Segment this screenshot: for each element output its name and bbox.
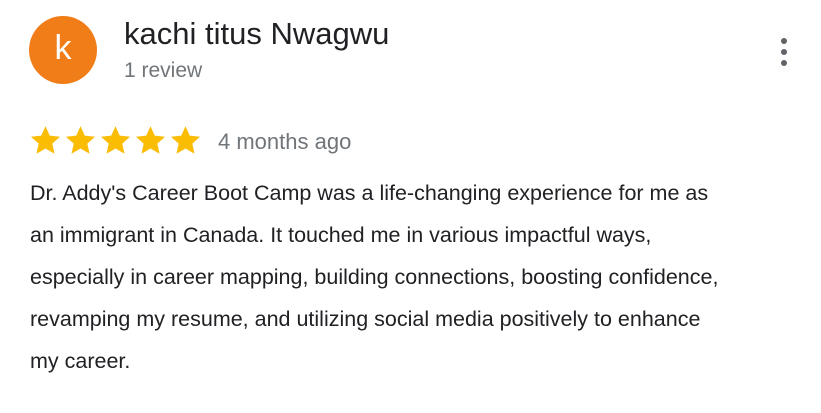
review-text-line: revamping my resume, and utilizing socia… xyxy=(30,307,701,331)
review-date: 4 months ago xyxy=(218,129,352,154)
more-vert-icon-dot xyxy=(781,49,787,55)
star-icon xyxy=(135,126,166,154)
avatar-letter: k xyxy=(54,29,72,67)
star-icon xyxy=(65,126,96,154)
reviewer-name[interactable]: kachi titus Nwagwu xyxy=(124,14,389,54)
star-icon xyxy=(100,126,131,154)
review-count[interactable]: 1 review xyxy=(124,58,202,84)
review-text-line: especially in career mapping, building c… xyxy=(30,265,719,289)
star-icon xyxy=(30,126,61,154)
avatar[interactable]: k xyxy=(29,16,97,84)
more-vert-icon-dot xyxy=(781,38,787,44)
more-vert-icon-dot xyxy=(781,60,787,66)
review-text-line: my career. xyxy=(30,349,131,373)
review-text-line: Dr. Addy's Career Boot Camp was a life-c… xyxy=(30,181,709,205)
review-text-line: an immigrant in Canada. It touched me in… xyxy=(30,223,652,247)
more-options-button[interactable] xyxy=(768,32,800,72)
star-rating xyxy=(29,124,202,157)
star-icon xyxy=(170,126,201,154)
review-text: Dr. Addy's Career Boot Camp was a life-c… xyxy=(30,172,810,382)
